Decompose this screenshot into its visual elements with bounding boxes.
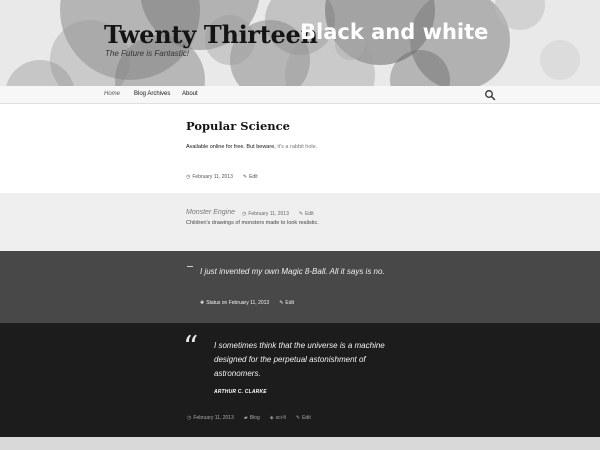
quote-author: ARTHUR C. CLARKE — [214, 389, 267, 395]
status-label: Status on February 11, 2013 — [206, 300, 270, 306]
site-description: The Future is Fantastic! — [105, 49, 190, 58]
post-date[interactable]: ◷ February 11, 2013 — [186, 174, 233, 180]
clock-icon: ◷ — [242, 211, 247, 217]
post-body-text: Available online for free. But beware, — [186, 144, 278, 150]
edit-label: Edit — [285, 300, 295, 306]
site-header: Twenty Thirteen Black and white The Futu… — [0, 0, 600, 86]
pencil-icon: ✎ — [298, 211, 304, 217]
post-monster-engine: Monster Engine ◷ February 11, 2013 ✎ Edit … — [0, 193, 600, 251]
post-date-text: February 11, 2013 — [193, 415, 234, 421]
edit-link[interactable]: ✎ Edit — [243, 174, 258, 180]
quote-text: I sometimes think that the universe is a… — [214, 341, 385, 378]
status-text: I just invented my own Magic 8-Ball. All… — [200, 267, 385, 276]
pin-icon: ✚ — [200, 300, 205, 306]
post-popular-science: Popular Science Available online for fre… — [0, 104, 600, 193]
pencil-icon: ✎ — [295, 415, 301, 421]
post-body: Children's drawings of monsters made to … — [186, 220, 319, 226]
main-navigation: Home Blog Archives About — [0, 86, 600, 104]
overlay-title: Black and white — [300, 20, 489, 44]
nav-item-about[interactable]: About — [182, 91, 198, 97]
pencil-icon: ✎ — [242, 174, 248, 180]
tag-label: sci-fi — [275, 415, 286, 421]
folder-icon: ▰ — [243, 415, 248, 421]
rabbit-hole-link[interactable]: it's a rabbit hole. — [277, 144, 317, 150]
search-icon[interactable] — [484, 89, 496, 101]
site-title[interactable]: Twenty Thirteen — [104, 20, 318, 49]
post-meta: ◷ February 11, 2013 ▰ Blog ◈ sci-fi ✎ Edit — [187, 415, 321, 421]
tag-link[interactable]: ◈ sci-fi — [270, 415, 286, 421]
post-date[interactable]: ◷ February 11, 2013 — [242, 211, 289, 217]
nav-item-home[interactable]: Home — [104, 91, 120, 97]
post-date-text: February 11, 2013 — [192, 174, 233, 180]
edit-label: Edit — [302, 415, 311, 421]
status-dash — [187, 266, 193, 267]
post-meta: ◷ February 11, 2013 ✎ Edit — [186, 174, 268, 180]
category-label: Blog — [249, 415, 260, 421]
post-status: I just invented my own Magic 8-Ball. All… — [0, 251, 600, 323]
post-quote: “ I sometimes think that the universe is… — [0, 323, 600, 437]
nav-item-blog-archives[interactable]: Blog Archives — [134, 91, 170, 97]
category-link[interactable]: ▰ Blog — [244, 415, 260, 421]
status-link[interactable]: ✚ Status on February 11, 2013 — [200, 300, 269, 306]
post-date[interactable]: ◷ February 11, 2013 — [187, 415, 234, 421]
post-body: Available online for free. But beware, i… — [186, 144, 317, 150]
post-title[interactable]: Monster Engine — [186, 209, 235, 216]
pencil-icon: ✎ — [279, 300, 284, 306]
post-meta: ◷ February 11, 2013 ✎ Edit — [242, 211, 324, 217]
edit-link[interactable]: ✎ Edit — [296, 415, 311, 421]
post-date-text: February 11, 2013 — [248, 211, 289, 217]
next-post-strip — [0, 437, 600, 450]
clock-icon: ◷ — [186, 174, 191, 180]
edit-link[interactable]: ✎ Edit — [299, 211, 314, 217]
quote-mark-icon: “ — [183, 330, 199, 365]
tag-icon: ◈ — [269, 415, 274, 421]
edit-link[interactable]: ✎ Edit — [279, 300, 294, 306]
edit-label: Edit — [249, 174, 258, 180]
clock-icon: ◷ — [187, 415, 192, 421]
post-meta: ✚ Status on February 11, 2013 ✎ Edit — [200, 300, 304, 306]
edit-label: Edit — [305, 211, 314, 217]
post-title[interactable]: Popular Science — [186, 119, 290, 133]
